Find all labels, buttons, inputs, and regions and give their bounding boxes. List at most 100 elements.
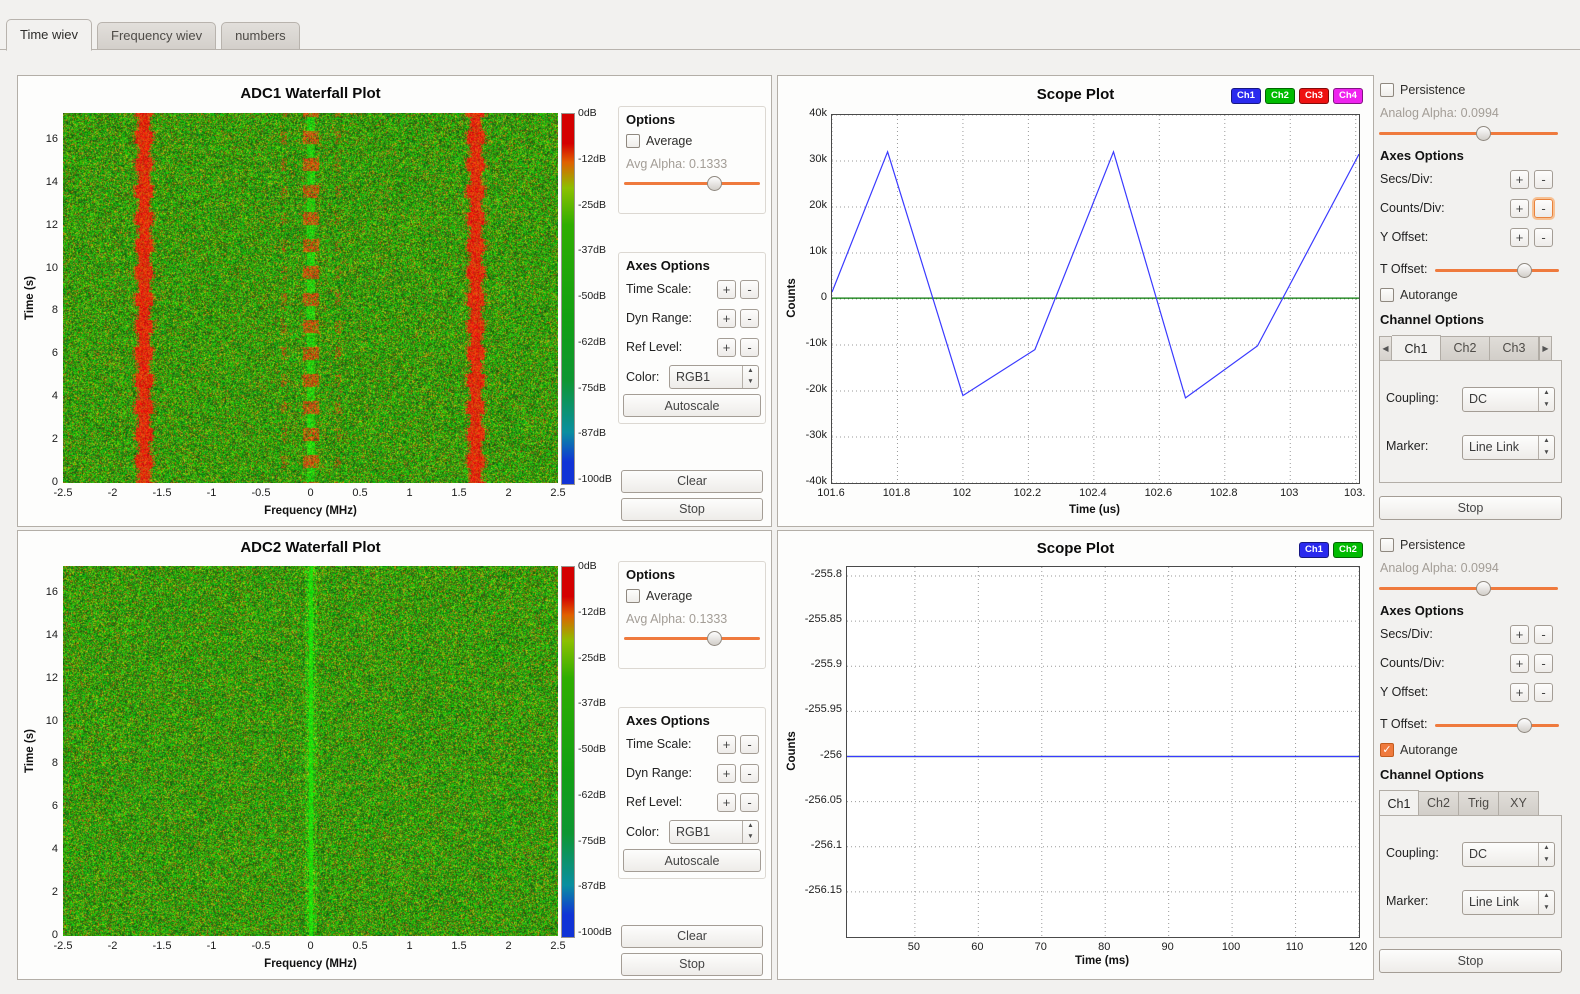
counts-div-minus-button[interactable]: - (1534, 199, 1553, 218)
tab-numbers[interactable]: numbers (221, 22, 300, 50)
ref-level-plus-button[interactable]: + (717, 338, 736, 357)
y-offset-row: Y Offset: + - (1380, 228, 1559, 248)
stop-button[interactable]: Stop (1379, 949, 1562, 973)
channel-tab-ch1[interactable]: Ch1 (1379, 790, 1419, 817)
slider-handle[interactable] (1517, 718, 1532, 733)
average-checkbox[interactable] (626, 134, 640, 148)
counts-div-plus-button[interactable]: + (1510, 199, 1529, 218)
color-spinbox[interactable]: RGB1 ▲▼ (669, 365, 759, 389)
secs-div-minus-button[interactable]: - (1534, 625, 1553, 644)
tab-frequency-wiev[interactable]: Frequency wiev (97, 22, 216, 50)
counts-div-plus-button[interactable]: + (1510, 654, 1529, 673)
x-tick-label: 2.5 (538, 940, 578, 952)
spin-down-icon[interactable]: ▼ (743, 377, 758, 388)
analog-alpha-slider[interactable] (1379, 125, 1558, 141)
color-spinbox[interactable]: RGB1 ▲▼ (669, 820, 759, 844)
y-offset-plus-button[interactable]: + (1510, 683, 1529, 702)
channel-tab-xy[interactable]: XY (1499, 791, 1539, 816)
color-value[interactable]: RGB1 (670, 366, 742, 388)
spin-down-icon[interactable]: ▼ (1539, 855, 1554, 867)
persistence-checkbox[interactable] (1380, 538, 1394, 552)
y-offset-minus-button[interactable]: - (1534, 683, 1553, 702)
clear-button[interactable]: Clear (621, 925, 763, 948)
time-scale-minus-button[interactable]: - (740, 735, 759, 754)
color-label: Color: (626, 825, 659, 839)
dyn-range-minus-button[interactable]: - (740, 764, 759, 783)
slider-handle[interactable] (707, 176, 722, 191)
spin-down-icon[interactable]: ▼ (1539, 400, 1554, 412)
time-scale-plus-button[interactable]: + (717, 735, 736, 754)
counts-div-minus-button[interactable]: - (1534, 654, 1553, 673)
x-tick-label: 90 (1146, 941, 1190, 953)
spin-up-icon[interactable]: ▲ (1539, 843, 1554, 855)
persistence-checkbox[interactable] (1380, 83, 1394, 97)
channel-tab-ch2[interactable]: Ch2 (1441, 336, 1490, 361)
y-offset-minus-button[interactable]: - (1534, 228, 1553, 247)
t-offset-slider[interactable] (1435, 717, 1559, 733)
slider-handle[interactable] (707, 631, 722, 646)
dyn-range-minus-button[interactable]: - (740, 309, 759, 328)
spin-up-icon[interactable]: ▲ (1539, 388, 1554, 400)
channel-tab-ch2[interactable]: Ch2 (1419, 791, 1459, 816)
dyn-range-plus-button[interactable]: + (717, 764, 736, 783)
waterfall1-plot[interactable] (63, 113, 558, 483)
channel-tabs-scroll-right[interactable]: ▶ (1539, 336, 1552, 361)
ref-level-plus-button[interactable]: + (717, 793, 736, 812)
time-scale-minus-button[interactable]: - (740, 280, 759, 299)
autoscale-button[interactable]: Autoscale (623, 394, 761, 417)
clear-button[interactable]: Clear (621, 470, 763, 493)
secs-div-minus-button[interactable]: - (1534, 170, 1553, 189)
avg-alpha-slider[interactable] (624, 175, 760, 191)
colorbar-tick-label: -87dB (578, 880, 606, 892)
spin-up-icon[interactable]: ▲ (1539, 436, 1554, 448)
channel-tab-ch1[interactable]: Ch1 (1392, 335, 1441, 362)
slider-handle[interactable] (1476, 126, 1491, 141)
secs-div-plus-button[interactable]: + (1510, 625, 1529, 644)
waterfall2-plot[interactable] (63, 566, 558, 936)
secs-div-plus-button[interactable]: + (1510, 170, 1529, 189)
channel-tab-trig[interactable]: Trig (1459, 791, 1499, 816)
ref-level-minus-button[interactable]: - (740, 338, 759, 357)
autoscale-button[interactable]: Autoscale (623, 849, 761, 872)
spin-down-icon[interactable]: ▼ (743, 832, 758, 843)
colorbar-tick-label: -12dB (578, 606, 606, 618)
channel-tab-ch3[interactable]: Ch3 (1490, 336, 1539, 361)
spin-down-icon[interactable]: ▼ (1539, 903, 1554, 915)
scope1-plot[interactable] (831, 114, 1360, 484)
stop-button[interactable]: Stop (621, 953, 763, 976)
tab-time-wiev[interactable]: Time wiev (6, 19, 92, 51)
analog-alpha-slider[interactable] (1379, 580, 1558, 596)
autorange-checkbox[interactable]: ✓ (1380, 743, 1394, 757)
avg-alpha-slider[interactable] (624, 630, 760, 646)
axes-options-title: Axes Options (626, 713, 710, 728)
marker-value[interactable]: Line Link (1463, 891, 1538, 914)
t-offset-slider[interactable] (1435, 262, 1559, 278)
coupling-value[interactable]: DC (1463, 843, 1538, 866)
coupling-spinbox[interactable]: DC ▲▼ (1462, 387, 1555, 412)
marker-value[interactable]: Line Link (1463, 436, 1538, 459)
coupling-value[interactable]: DC (1463, 388, 1538, 411)
marker-row: Marker: Line Link ▲▼ (1386, 890, 1555, 915)
x-tick-label: -1 (192, 487, 232, 499)
marker-spinbox[interactable]: Line Link ▲▼ (1462, 435, 1555, 460)
average-checkbox[interactable] (626, 589, 640, 603)
ref-level-minus-button[interactable]: - (740, 793, 759, 812)
spin-up-icon[interactable]: ▲ (743, 821, 758, 832)
stop-button[interactable]: Stop (621, 498, 763, 521)
color-value[interactable]: RGB1 (670, 821, 742, 843)
dyn-range-plus-button[interactable]: + (717, 309, 736, 328)
coupling-spinbox[interactable]: DC ▲▼ (1462, 842, 1555, 867)
slider-handle[interactable] (1517, 263, 1532, 278)
spin-up-icon[interactable]: ▲ (1539, 891, 1554, 903)
spin-up-icon[interactable]: ▲ (743, 366, 758, 377)
colorbar-tick-label: -25dB (578, 199, 606, 211)
autorange-checkbox[interactable] (1380, 288, 1394, 302)
scope2-plot[interactable] (846, 566, 1360, 938)
time-scale-plus-button[interactable]: + (717, 280, 736, 299)
y-offset-plus-button[interactable]: + (1510, 228, 1529, 247)
slider-handle[interactable] (1476, 581, 1491, 596)
marker-spinbox[interactable]: Line Link ▲▼ (1462, 890, 1555, 915)
stop-button[interactable]: Stop (1379, 496, 1562, 520)
channel-tabs-scroll-left[interactable]: ◀ (1379, 336, 1392, 361)
spin-down-icon[interactable]: ▼ (1539, 448, 1554, 460)
